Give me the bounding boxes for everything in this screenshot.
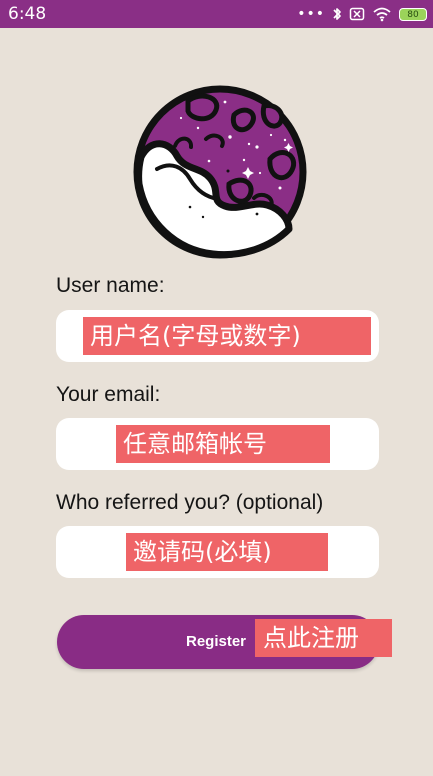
- register-hint-overlay: 点此注册: [255, 619, 392, 657]
- referrer-field[interactable]: 邀请码(必填): [56, 526, 379, 578]
- status-bar: 6:48 ••• 80: [0, 0, 433, 28]
- more-dots-icon: •••: [297, 6, 325, 22]
- referrer-hint-overlay: 邀请码(必填): [126, 533, 328, 571]
- email-field[interactable]: 任意邮箱帐号: [56, 418, 379, 470]
- registration-screen: 6:48 ••• 80 User name: 用户名(字母或数字) Your e…: [0, 0, 433, 776]
- email-label: Your email:: [56, 383, 161, 406]
- wifi-icon: [373, 7, 391, 22]
- bluetooth-icon: [333, 8, 341, 20]
- planet-logo-icon: [133, 85, 307, 259]
- battery-icon: 80: [399, 7, 427, 21]
- sim-icon: [349, 7, 365, 21]
- referrer-label: Who referred you? (optional): [56, 491, 324, 514]
- username-label: User name:: [56, 274, 165, 297]
- email-hint-overlay: 任意邮箱帐号: [116, 425, 330, 463]
- username-hint-overlay: 用户名(字母或数字): [83, 317, 371, 355]
- register-label: Register: [186, 633, 247, 650]
- status-time: 6:48: [8, 4, 47, 24]
- status-icons: ••• 80: [297, 5, 427, 23]
- username-field[interactable]: 用户名(字母或数字): [56, 310, 379, 362]
